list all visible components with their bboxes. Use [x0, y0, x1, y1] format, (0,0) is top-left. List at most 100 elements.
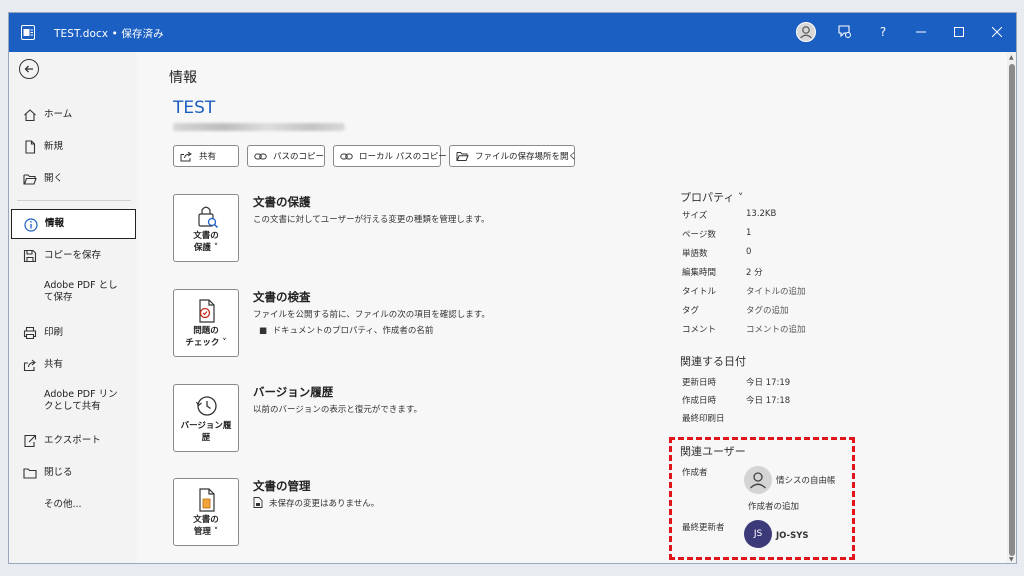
sidebar-item-label: Adobe PDF リンクとして共有: [44, 389, 118, 412]
sidebar-item-save-copy[interactable]: コピーを保存: [11, 241, 136, 271]
section-description: 以前のバージョンの表示と復元ができます。: [253, 405, 422, 415]
maximize-button[interactable]: [947, 20, 971, 44]
account-button[interactable]: [794, 20, 818, 44]
feedback-button[interactable]: [833, 20, 857, 44]
related-dates-heading: 関連する日付: [680, 355, 746, 368]
property-row-words: 単語数 0: [682, 247, 752, 259]
protect-document-tile-label: 文書の 保護 ˅: [193, 231, 219, 253]
sidebar-item-label: 閉じる: [44, 467, 73, 478]
related-users-highlight: [669, 437, 855, 560]
copy-path-button[interactable]: パスのコピー: [247, 145, 325, 167]
sidebar-item-label: 印刷: [44, 327, 64, 338]
feedback-icon: [838, 25, 851, 38]
sidebar-item-label: エクスポート: [44, 435, 101, 446]
copy-local-path-button[interactable]: ローカル パスのコピー: [333, 145, 447, 167]
vertical-scrollbar[interactable]: ▲ ▼: [1007, 52, 1016, 563]
scroll-thumb[interactable]: [1009, 64, 1015, 556]
scroll-down-arrow-icon[interactable]: ▼: [1009, 556, 1014, 563]
copy-path-label: パスのコピー: [273, 152, 325, 162]
property-row-title: タイトル タイトルの追加: [682, 285, 806, 297]
sidebar-item-share[interactable]: 共有: [11, 350, 136, 380]
document-name: TEST: [173, 98, 216, 118]
minimize-button[interactable]: [909, 20, 933, 44]
share-button-label: 共有: [199, 152, 217, 162]
add-title-field[interactable]: タイトルの追加: [746, 285, 806, 297]
sidebar-item-new[interactable]: 新規: [11, 132, 136, 162]
property-row-tags: タグ タグの追加: [682, 304, 789, 316]
sidebar-item-print[interactable]: 印刷: [11, 318, 136, 348]
document-check-icon: [199, 299, 215, 323]
share-button[interactable]: 共有: [173, 145, 239, 167]
minimize-icon: [916, 31, 926, 33]
scroll-up-arrow-icon[interactable]: ▲: [1009, 54, 1014, 61]
new-document-icon: [25, 140, 36, 154]
share-icon: [180, 151, 192, 161]
section-title: 文書の保護: [253, 195, 311, 209]
sidebar-item-label: その他...: [44, 499, 82, 510]
window-title: TEST.docx • 保存済み: [54, 28, 164, 40]
check-for-issues-button[interactable]: 問題の チェック ˅: [173, 289, 239, 357]
date-row-last-printed: 最終印刷日: [682, 414, 725, 424]
sidebar-item-close[interactable]: 閉じる: [11, 458, 136, 488]
section-title: 文書の検査: [253, 290, 311, 304]
bullet-icon: ■: [259, 326, 273, 336]
info-pane: 情報 TEST 共有 パスのコピー ローカル パスのコピー ファイルの保存場所を…: [137, 52, 1007, 563]
history-clock-icon: [195, 396, 217, 416]
word-app-icon: [21, 25, 35, 40]
copy-local-path-label: ローカル パスのコピー: [359, 152, 447, 162]
back-button[interactable]: [19, 59, 39, 79]
close-button[interactable]: [985, 20, 1009, 44]
close-icon: [992, 27, 1002, 37]
sidebar-item-export[interactable]: エクスポート: [11, 426, 136, 456]
protect-document-button[interactable]: 文書の 保護 ˅: [173, 194, 239, 262]
title-bar: TEST.docx • 保存済み ?: [9, 13, 1016, 52]
printer-icon: [23, 326, 37, 340]
sidebar-item-label: ホーム: [44, 109, 73, 120]
document-path-blurred: [173, 123, 345, 131]
open-file-location-button[interactable]: ファイルの保存場所を開く: [449, 145, 578, 167]
home-icon: [24, 109, 36, 122]
arrow-left-icon: [24, 65, 33, 73]
sidebar-item-label: コピーを保存: [44, 250, 102, 261]
version-history-button[interactable]: バージョン履 歴: [173, 384, 239, 452]
section-description: この文書に対してユーザーが行える変更の種類を管理します。: [253, 215, 490, 225]
folder-close-icon: [23, 468, 37, 479]
save-copy-icon: [23, 249, 37, 263]
sidebar-item-share-pdf-link[interactable]: Adobe PDF リンクとして共有: [11, 382, 136, 420]
check-for-issues-tile-label: 問題の チェック ˅: [185, 326, 227, 348]
section-description: 未保存の変更はありません。: [253, 497, 379, 509]
help-button[interactable]: ?: [871, 20, 895, 44]
date-row-modified: 更新日時 今日 17:19: [682, 378, 791, 388]
property-row-comments: コメント コメントの追加: [682, 323, 806, 335]
document-lock-icon: [253, 497, 263, 508]
sidebar-item-label: 共有: [44, 359, 64, 370]
open-file-location-label: ファイルの保存場所を開く: [475, 152, 578, 162]
sidebar-item-more[interactable]: その他...: [11, 490, 136, 520]
section-description: ファイルを公開する前に、ファイルの次の項目を確認します。: [253, 310, 490, 320]
sidebar-item-info[interactable]: 情報: [11, 209, 136, 239]
info-icon: [24, 218, 38, 232]
sidebar-item-label: Adobe PDF として保存: [44, 280, 118, 303]
add-comment-field[interactable]: コメントの追加: [746, 323, 806, 335]
date-row-created: 作成日時 今日 17:18: [682, 396, 791, 406]
lock-search-icon: [198, 206, 219, 229]
export-icon: [24, 434, 37, 448]
sidebar-item-save-as-pdf[interactable]: Adobe PDF として保存: [11, 273, 136, 311]
manage-document-tile-label: 文書の 管理 ˅: [193, 515, 219, 537]
link-icon: [340, 153, 353, 159]
version-history-tile-label: バージョン履 歴: [180, 421, 232, 443]
sidebar-item-open[interactable]: 開く: [11, 164, 136, 194]
section-title: バージョン履歴: [253, 385, 334, 399]
user-avatar-icon: [796, 22, 816, 42]
share-icon: [23, 359, 36, 372]
sidebar-item-label: 開く: [44, 173, 64, 184]
sidebar-item-home[interactable]: ホーム: [11, 100, 136, 130]
sidebar-item-label: 情報: [45, 218, 65, 229]
properties-heading[interactable]: プロパティ ˅: [680, 189, 743, 205]
word-window: TEST.docx • 保存済み ? ホーム 新規 開く 情報 コピーを保存 A…: [8, 12, 1017, 564]
backstage-sidebar: ホーム 新規 開く 情報 コピーを保存 Adobe PDF として保存 印刷 共…: [9, 52, 137, 563]
add-tag-field[interactable]: タグの追加: [746, 304, 789, 316]
folder-open-icon: [456, 151, 469, 161]
property-row-edit-time: 編集時間 2 分: [682, 268, 763, 278]
manage-document-button[interactable]: 文書の 管理 ˅: [173, 478, 239, 546]
